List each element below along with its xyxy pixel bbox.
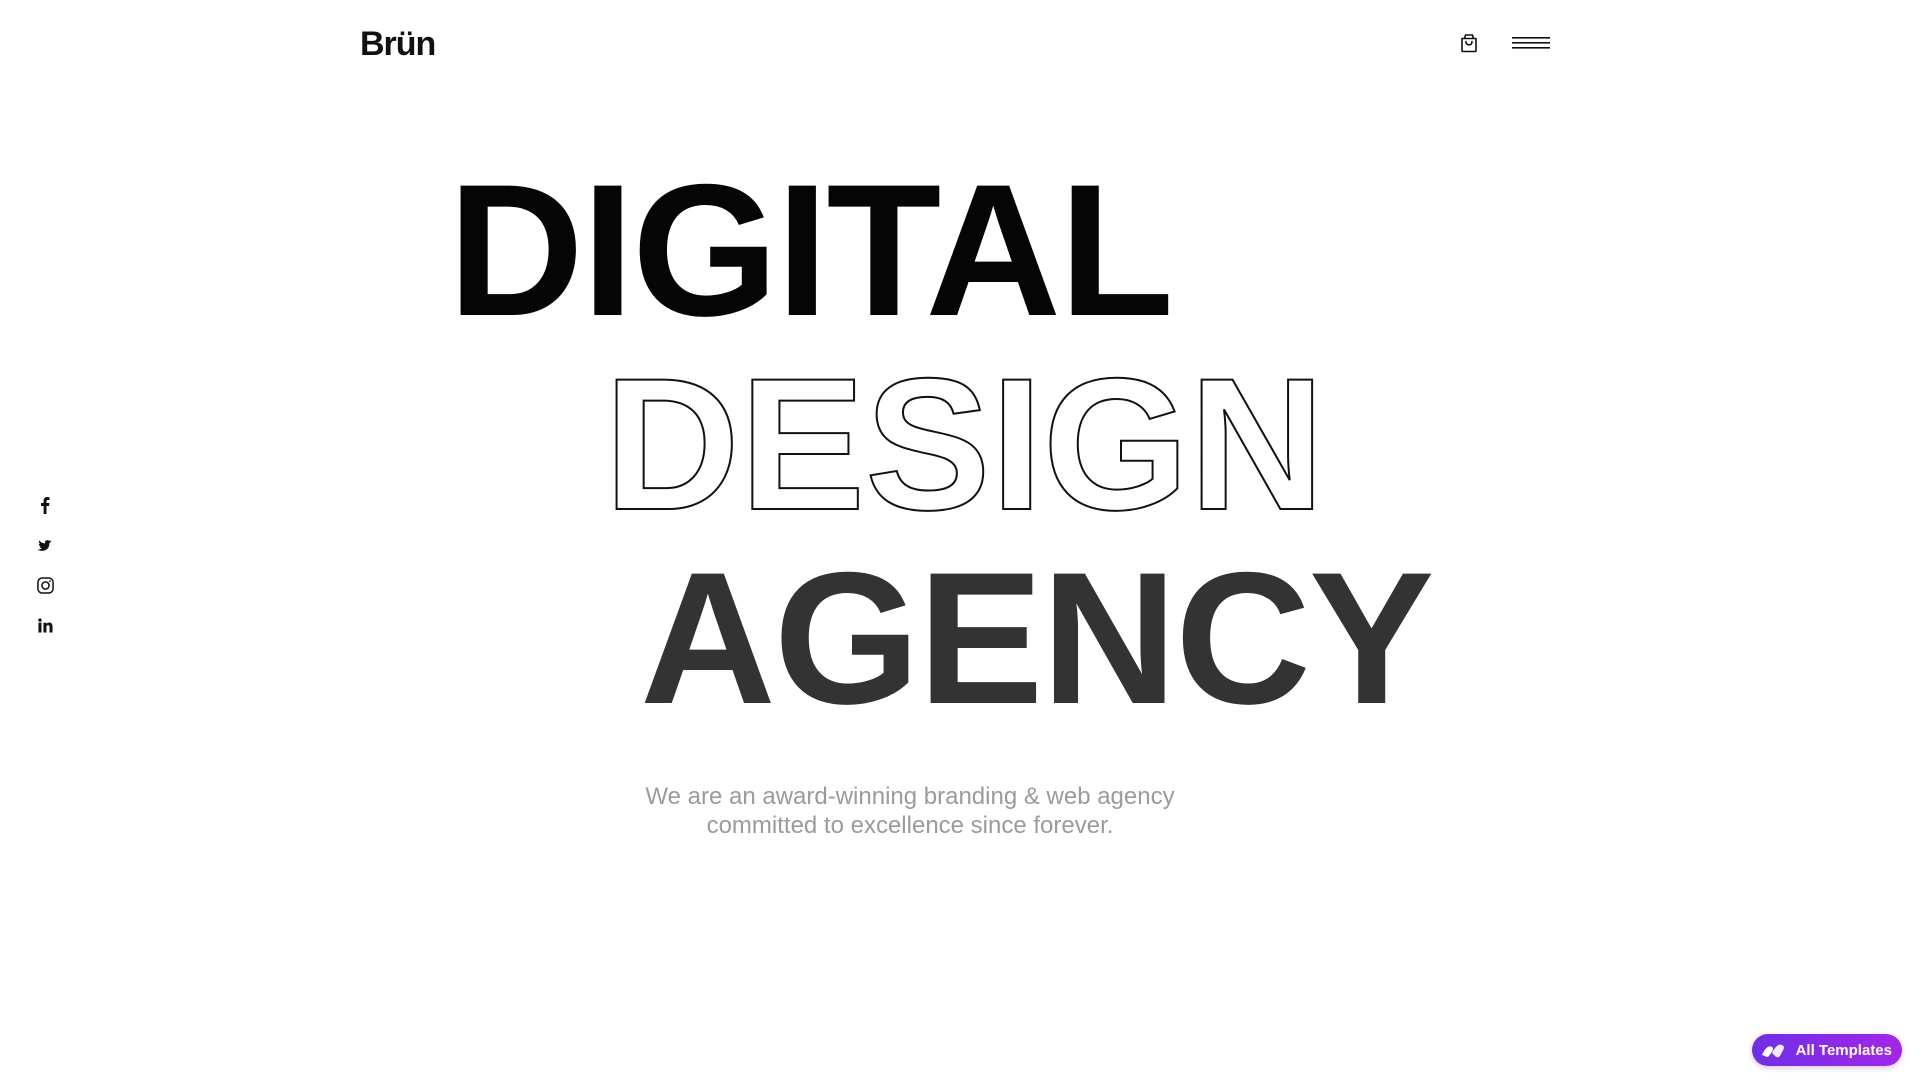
- all-templates-badge[interactable]: All Templates: [1751, 1034, 1902, 1066]
- facebook-icon: [41, 497, 50, 514]
- page: Brün DIGITAL DESIGN AGENCY We are an awa…: [0, 0, 1920, 1080]
- hamburger-menu-icon: [1512, 37, 1550, 49]
- hero-tagline: We are an award-winning branding & web a…: [560, 782, 1260, 840]
- twitter-link[interactable]: [32, 534, 58, 556]
- site-header: Brün: [360, 20, 1550, 66]
- linkedin-link[interactable]: [32, 614, 58, 636]
- headline-design-outline: DESIGN: [603, 339, 1326, 549]
- headline-agency: AGENCY: [640, 533, 1434, 743]
- header-actions: [1454, 28, 1550, 58]
- tagline-line-1: We are an award-winning branding & web a…: [645, 783, 1175, 810]
- shopping-bag-icon: [1461, 34, 1477, 53]
- tagline-line-2: committed to excellence since forever.: [706, 812, 1114, 839]
- twitter-icon: [37, 539, 52, 551]
- all-templates-label: All Templates: [1795, 1041, 1892, 1059]
- templates-logo-icon: [1760, 1040, 1788, 1060]
- linkedin-icon: [37, 617, 53, 633]
- brand-logo[interactable]: Brün: [360, 22, 436, 66]
- hero-headline: DIGITAL DESIGN AGENCY: [0, 0, 1920, 1080]
- facebook-link[interactable]: [32, 494, 58, 516]
- cart-button[interactable]: [1454, 28, 1484, 58]
- social-links: [32, 494, 58, 636]
- instagram-link[interactable]: [32, 574, 58, 596]
- headline-digital: DIGITAL: [448, 145, 1174, 355]
- menu-button[interactable]: [1512, 28, 1550, 58]
- instagram-icon: [36, 576, 54, 594]
